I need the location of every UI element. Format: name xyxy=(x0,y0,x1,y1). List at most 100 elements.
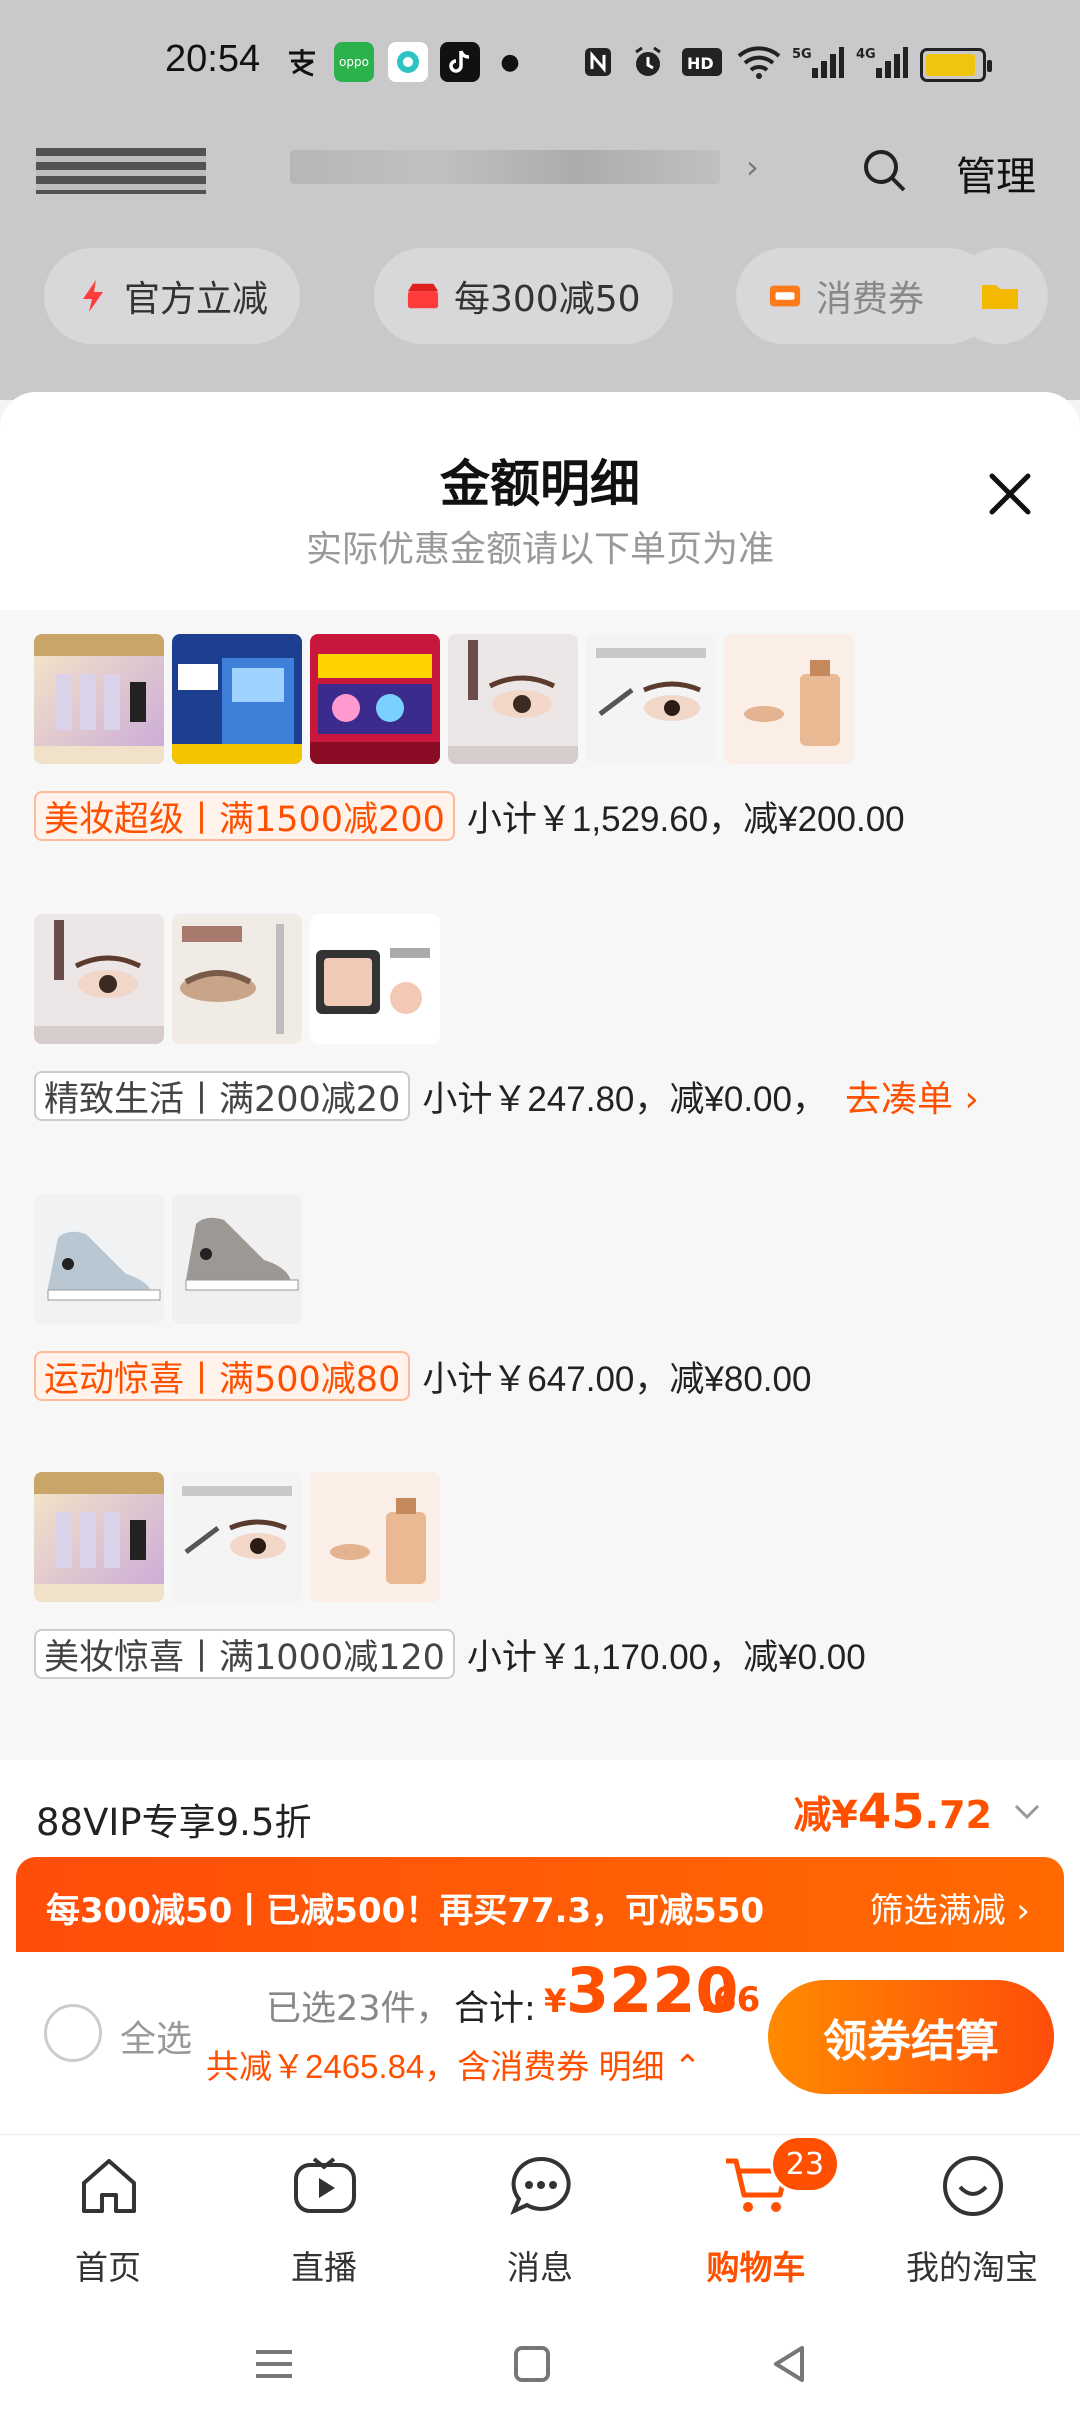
promo-tag[interactable]: 美妆惊喜丨满1000减120 xyxy=(34,1629,455,1679)
product-thumbnail[interactable] xyxy=(172,1194,302,1324)
lightning-icon xyxy=(76,279,110,313)
product-thumbnail[interactable] xyxy=(310,634,440,764)
promo-summary: 美妆惊喜丨满1000减120 小计￥1,170.00，减¥0.00 xyxy=(34,1628,866,1680)
subtotal-text: 小计￥647.00，减¥80.00 xyxy=(422,1359,812,1399)
promo-tag[interactable]: 美妆超级丨满1500减200 xyxy=(34,791,455,841)
filter-chip-label: 每300减50 xyxy=(454,279,641,320)
folder-icon xyxy=(982,285,1018,309)
product-thumbnails xyxy=(34,1194,302,1326)
product-thumbnail[interactable] xyxy=(448,634,578,764)
close-icon[interactable] xyxy=(980,464,1040,524)
tab-label: 直播 xyxy=(291,2248,357,2287)
cart-count-badge: 23 xyxy=(770,2135,840,2193)
back-nav-icon[interactable] xyxy=(760,2334,820,2394)
product-thumbnail[interactable] xyxy=(172,1472,302,1602)
coupon-icon xyxy=(768,279,802,313)
tab-messages[interactable]: 消息 xyxy=(432,2135,648,2317)
promo-summary: 运动惊喜丨满500减80 小计￥647.00，减¥80.00 xyxy=(34,1350,811,1402)
add-on-items-link[interactable]: 去凑单 › xyxy=(845,1070,979,1122)
wifi-icon xyxy=(734,42,784,82)
status-time: 20:54 xyxy=(165,38,261,80)
tab-label: 首页 xyxy=(75,2248,141,2287)
banner-text: 每300减50丨已减500！再买77.3，可减550 xyxy=(46,1891,765,1931)
promo-group: 美妆超级丨满1500减200 小计￥1,529.60，减¥200.00 xyxy=(0,634,1080,864)
system-navigation-bar xyxy=(0,2316,1080,2412)
chevron-right-icon: › xyxy=(746,148,759,186)
tab-label: 购物车 xyxy=(706,2248,806,2287)
promo-group: 运动惊喜丨满500减80 小计￥647.00，减¥80.00 xyxy=(0,1194,1080,1424)
tab-label: 我的淘宝 xyxy=(906,2248,1038,2287)
filter-chip-label: 官方立减 xyxy=(124,279,269,320)
tab-label: 消息 xyxy=(507,2248,573,2287)
product-thumbnail[interactable] xyxy=(310,1472,440,1602)
promo-tag[interactable]: 运动惊喜丨满500减80 xyxy=(34,1351,411,1401)
vip-discount-amount: 减¥45.72 xyxy=(793,1784,992,1840)
shop-icon xyxy=(406,279,440,313)
cart-header: › 管理 xyxy=(0,130,1080,210)
svg-text:5G: 5G xyxy=(792,47,812,62)
checkout-button[interactable]: 领券结算 xyxy=(768,1980,1054,2094)
bottom-tab-bar: 首页 直播 消息 23 购物车 我的淘宝 xyxy=(0,2134,1080,2316)
promo-summary: 美妆超级丨满1500减200 小计￥1,529.60，减¥200.00 xyxy=(34,790,905,842)
select-all-label[interactable]: 全选 xyxy=(120,2010,192,2062)
product-thumbnail[interactable] xyxy=(724,634,854,764)
sheet-subtitle: 实际优惠金额请以下单页为准 xyxy=(305,529,774,570)
folder-filter-button[interactable] xyxy=(952,248,1048,344)
more-notifications-dot-icon: ● xyxy=(500,49,520,75)
product-thumbnail[interactable] xyxy=(34,1472,164,1602)
blurred-location xyxy=(290,150,720,184)
promo-group: 精致生活丨满200减20 小计￥247.80，减¥0.00， 去凑单 › xyxy=(0,914,1080,1144)
subtotal-text: 小计￥1,529.60，减¥200.00 xyxy=(466,799,905,839)
menu-nav-icon[interactable] xyxy=(244,2334,304,2394)
oppo-app-icon: oppo xyxy=(334,42,374,82)
home-icon xyxy=(82,2159,136,2213)
vip-label: 88VIP专享9.5折 xyxy=(36,1801,312,1844)
product-thumbnail[interactable] xyxy=(34,914,164,1044)
select-all-checkbox[interactable] xyxy=(44,2004,102,2062)
checkout-bar: 全选 已选23件， 合计: ¥ 3220 .66 共减￥2465.84，含消费券… xyxy=(0,1952,1080,2134)
manage-button[interactable]: 管理 xyxy=(956,144,1036,202)
profile-smile-icon xyxy=(943,2156,1003,2216)
detail-toggle[interactable]: 明细 ⌃ xyxy=(598,2048,701,2085)
product-thumbnail[interactable] xyxy=(172,914,302,1044)
tab-live[interactable]: 直播 xyxy=(216,2135,432,2317)
alarm-icon xyxy=(628,42,668,82)
hd-voice-icon: HD xyxy=(680,42,724,82)
subtotal-text: 小计￥1,170.00，减¥0.00 xyxy=(466,1637,866,1677)
signal-5g-icon: 5G xyxy=(792,42,844,82)
product-thumbnail[interactable] xyxy=(310,914,440,1044)
chevron-down-icon[interactable] xyxy=(1010,1794,1044,1828)
message-icon xyxy=(510,2156,571,2215)
product-thumbnail[interactable] xyxy=(586,634,716,764)
product-thumbnails xyxy=(34,1472,440,1604)
nfc-icon xyxy=(580,42,616,82)
search-icon[interactable] xyxy=(860,146,910,196)
total-amount-decimal: .66 xyxy=(700,1980,761,2020)
filter-chip-label: 消费券 xyxy=(816,279,925,320)
alipay-notification-icon xyxy=(282,42,322,82)
signal-4g-icon: 4G xyxy=(856,42,908,82)
filter-full-reduction-link[interactable]: 筛选满减 › xyxy=(870,1883,1030,1932)
tab-cart[interactable]: 23 购物车 xyxy=(648,2135,864,2317)
svg-text:4G: 4G xyxy=(856,47,876,62)
subtotal-text: 小计￥247.80，减¥0.00， xyxy=(422,1079,827,1119)
filter-chips: 官方立减 每300减50 消费券 xyxy=(0,248,1080,348)
tab-my-taobao[interactable]: 我的淘宝 xyxy=(864,2135,1080,2317)
promo-group: 美妆惊喜丨满1000减120 小计￥1,170.00，减¥0.00 xyxy=(0,1472,1080,1702)
product-thumbnail[interactable] xyxy=(34,634,164,764)
promo-tag[interactable]: 精致生活丨满200减20 xyxy=(34,1071,411,1121)
product-thumbnail[interactable] xyxy=(172,634,302,764)
tiktok-app-icon xyxy=(440,42,480,82)
total-label: 合计: xyxy=(454,1989,536,2029)
product-thumbnail[interactable] xyxy=(34,1194,164,1324)
vip-discount-row[interactable]: 88VIP专享9.5折 减¥45.72 xyxy=(0,1770,1080,1860)
full-reduction-banner: 每300减50丨已减500！再买77.3，可减550 筛选满减 › xyxy=(16,1857,1064,1953)
filter-chip-300off50[interactable]: 每300减50 xyxy=(374,248,673,344)
product-thumbnails xyxy=(34,914,440,1046)
tab-home[interactable]: 首页 xyxy=(0,2135,216,2317)
camera-app-icon xyxy=(388,42,428,82)
promo-summary: 精致生活丨满200减20 小计￥247.80，减¥0.00， 去凑单 › xyxy=(34,1070,979,1122)
home-nav-icon[interactable] xyxy=(502,2334,562,2394)
svg-text:HD: HD xyxy=(687,54,714,73)
filter-chip-official[interactable]: 官方立减 xyxy=(44,248,301,344)
